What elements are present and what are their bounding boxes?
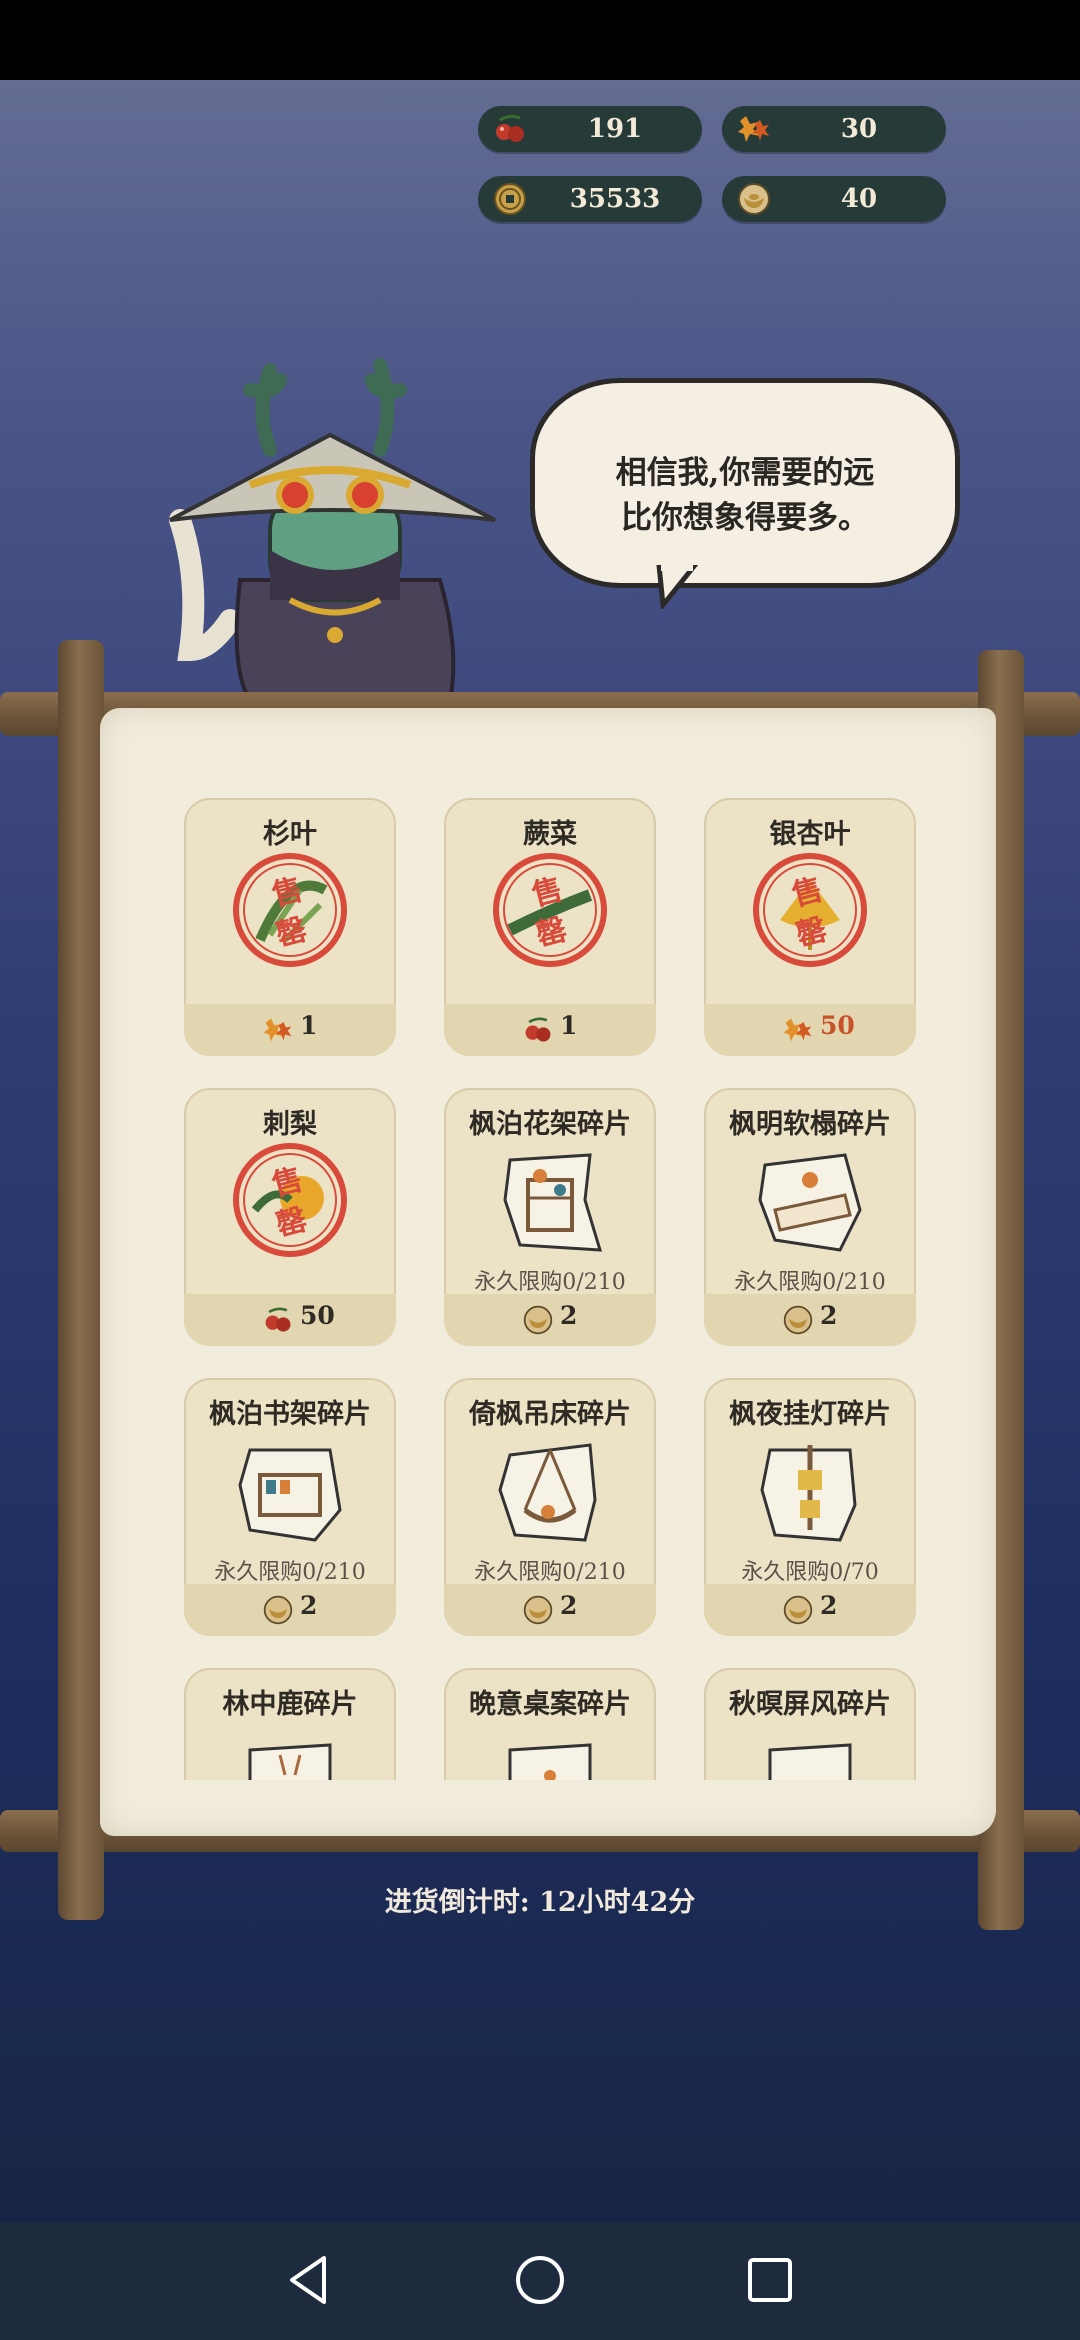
purchase-limit: 永久限购0/210 xyxy=(214,1560,366,1585)
shop-item-card[interactable]: 银杏叶 售罄 50 xyxy=(704,798,916,1056)
sold-out-stamp: 售罄 xyxy=(233,853,347,967)
shop-item-card[interactable]: 枫泊书架碎片 永久限购0/210 2 xyxy=(184,1378,396,1636)
furniture-fragment-image xyxy=(768,1743,852,1780)
speech-line-1: 相信我,你需要的远 xyxy=(615,455,875,491)
purchase-limit: 永久限购0/210 xyxy=(734,1270,886,1295)
currency-value: 35533 xyxy=(569,184,661,214)
currency-berries[interactable]: 191 xyxy=(478,106,702,152)
sold-out-stamp: 售罄 xyxy=(233,1143,347,1257)
item-name: 银杏叶 xyxy=(769,819,851,850)
item-name: 倚枫吊床碎片 xyxy=(469,1399,631,1430)
item-price: 2 xyxy=(820,1591,838,1620)
item-price: 1 xyxy=(300,1011,318,1040)
price-bar: 50 xyxy=(704,1004,916,1056)
copper-coin-icon xyxy=(494,183,526,215)
item-name: 蕨菜 xyxy=(523,819,577,850)
item-name: 晩意桌案碎片 xyxy=(469,1689,631,1720)
sold-out-stamp: 售罄 xyxy=(493,853,607,967)
speech-bubble: 相信我,你需要的远 比你想象得要多。 xyxy=(530,378,960,588)
shop-item-card[interactable]: 枫泊花架碎片 永久限购0/210 2 xyxy=(444,1088,656,1346)
currency-value: 40 xyxy=(840,184,878,214)
item-name: 枫明软榻碎片 xyxy=(729,1109,891,1140)
restock-timer: 进货倒计时: 12小时42分 xyxy=(384,1887,696,1918)
speech-bubble-tail xyxy=(656,565,699,609)
shop-item-card[interactable]: 枫明软榻碎片 永久限购0/210 2 xyxy=(704,1088,916,1346)
shop-item-card[interactable]: 杉叶 售罄 1 xyxy=(184,798,396,1056)
purchase-limit: 永久限购0/210 xyxy=(474,1560,626,1585)
item-name: 林中鹿碎片 xyxy=(222,1689,358,1720)
item-name: 枫夜挂灯碎片 xyxy=(729,1399,891,1430)
sold-out-stamp: 售罄 xyxy=(753,853,867,967)
item-name: 秋暝屏风碎片 xyxy=(729,1689,891,1720)
price-bar: 2 xyxy=(704,1294,916,1346)
item-price: 2 xyxy=(560,1301,578,1330)
maple-leaves-icon xyxy=(783,1018,812,1042)
price-bar: 1 xyxy=(444,1004,656,1056)
price-bar: 50 xyxy=(184,1294,396,1346)
furniture-fragment-image xyxy=(758,1153,862,1252)
gold-ingot-icon xyxy=(783,1595,813,1625)
shop-item-grid[interactable]: 杉叶 售罄 1 蕨菜 售罄 1 银杏叶 售 罄 50 刺梨 售 罄 50 枫泊花… xyxy=(170,780,930,1780)
item-price: 50 xyxy=(820,1011,855,1040)
item-price: 2 xyxy=(820,1301,838,1330)
item-name: 刺梨 xyxy=(263,1109,317,1140)
currency-copper-coin[interactable]: 35533 xyxy=(478,176,702,222)
shop-item-card[interactable]: 蕨菜 售罄 1 xyxy=(444,798,656,1056)
speech-text: 相信我,你需要的远 比你想象得要多。 xyxy=(565,451,925,541)
berries-icon xyxy=(525,1017,551,1042)
currency-value: 191 xyxy=(587,114,643,144)
shop-item-card[interactable]: 枫夜挂灯碎片 永久限购0/70 2 xyxy=(704,1378,916,1636)
item-price: 2 xyxy=(300,1591,318,1620)
item-name: 杉叶 xyxy=(263,819,317,850)
gold-ingot-icon xyxy=(263,1595,293,1625)
berries-icon xyxy=(496,114,524,142)
item-name: 枫泊书架碎片 xyxy=(209,1399,371,1430)
currency-maple-leaves[interactable]: 30 xyxy=(722,106,946,152)
price-bar: 2 xyxy=(444,1294,656,1346)
price-bar: 1 xyxy=(184,1004,396,1056)
gold-ingot-icon xyxy=(523,1305,553,1335)
item-price: 1 xyxy=(560,1011,578,1040)
item-price: 50 xyxy=(300,1301,335,1330)
frame-left-pole xyxy=(58,640,104,1920)
shop-item-card[interactable]: 晩意桌案碎片 xyxy=(444,1668,656,1780)
furniture-fragment-image xyxy=(760,1445,857,1542)
speech-line-2: 比你想象得要多。 xyxy=(621,500,869,536)
gold-ingot-icon xyxy=(783,1305,813,1335)
maple-leaves-icon xyxy=(263,1018,292,1042)
item-name: 枫泊花架碎片 xyxy=(469,1109,631,1140)
shop-item-card[interactable]: 倚枫吊床碎片 永久限购0/210 2 xyxy=(444,1378,656,1636)
purchase-limit: 永久限购0/70 xyxy=(741,1560,879,1585)
stamp-text: 罄 xyxy=(533,912,571,954)
price-bar: 2 xyxy=(184,1584,396,1636)
merchant-character[interactable] xyxy=(150,350,530,710)
shop-item-card[interactable]: 秋暝屏风碎片 xyxy=(704,1668,916,1780)
furniture-fragment-image xyxy=(248,1743,332,1780)
maple-leaves-icon xyxy=(738,116,769,142)
furniture-fragment-image xyxy=(238,1448,342,1542)
furniture-fragment-image xyxy=(508,1743,592,1780)
gold-ingot-icon xyxy=(738,183,770,215)
item-price: 2 xyxy=(560,1591,578,1620)
purchase-limit: 永久限购0/210 xyxy=(474,1270,626,1295)
back-icon[interactable] xyxy=(280,2250,340,2310)
berries-icon xyxy=(265,1307,291,1332)
home-icon[interactable] xyxy=(510,2250,570,2310)
currency-value: 30 xyxy=(840,114,878,144)
furniture-fragment-image xyxy=(498,1443,597,1542)
gold-ingot-icon xyxy=(523,1595,553,1625)
currency-gold-ingot[interactable]: 40 xyxy=(722,176,946,222)
price-bar: 2 xyxy=(444,1584,656,1636)
shop-item-card[interactable]: 刺梨 售罄 50 xyxy=(184,1088,396,1346)
shop-item-card[interactable]: 林中鹿碎片 xyxy=(184,1668,396,1780)
status-bar xyxy=(0,0,1080,80)
price-bar: 2 xyxy=(704,1584,916,1636)
furniture-fragment-image xyxy=(503,1153,603,1252)
recents-icon[interactable] xyxy=(740,2250,800,2310)
